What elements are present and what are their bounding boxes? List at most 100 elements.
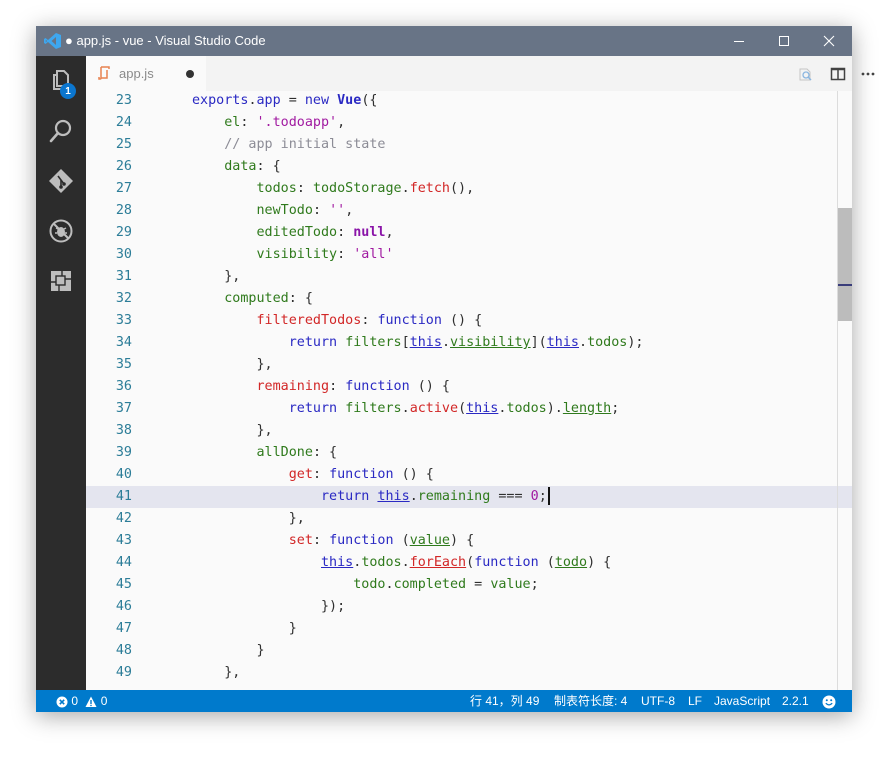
activity-debug[interactable] xyxy=(36,206,86,256)
code-line: 35 }, xyxy=(86,354,852,376)
activity-search[interactable] xyxy=(36,106,86,156)
line-number: 42 xyxy=(115,511,132,526)
line-number: 28 xyxy=(115,203,132,218)
minimize-icon xyxy=(734,41,744,42)
activity-explorer[interactable]: 1 xyxy=(36,56,86,106)
warning-count: 0 xyxy=(100,694,108,708)
code-line: 48 } xyxy=(86,640,852,662)
line-number: 30 xyxy=(115,247,132,262)
error-count: 0 xyxy=(71,694,79,708)
line-number: 46 xyxy=(115,599,132,614)
code-line: 24 el: '.todoapp', xyxy=(86,112,852,134)
search-icon xyxy=(49,119,72,143)
tab-label: app.js xyxy=(119,66,154,81)
line-number: 44 xyxy=(115,555,132,570)
code-line: 25 // app initial state xyxy=(86,134,852,156)
code-line: 28 newTodo: '', xyxy=(86,200,852,222)
code-line: 37 return filters.active(this.todos).len… xyxy=(86,398,852,420)
line-number: 35 xyxy=(115,357,132,372)
code-line: 27 todos: todoStorage.fetch(), xyxy=(86,178,852,200)
code-line: 44 this.todos.forEach(function (todo) { xyxy=(86,552,852,574)
code-line: 23 exports.app = new Vue({ xyxy=(86,91,852,112)
activity-git[interactable] xyxy=(36,156,86,206)
code-line: 29 editedTodo: null, xyxy=(86,222,852,244)
line-number: 45 xyxy=(115,577,132,592)
vscode-window: ● app.js - vue - Visual Studio Code 1 ap… xyxy=(36,26,875,712)
code-line: 46 }); xyxy=(86,596,852,618)
code-line: 38 }, xyxy=(86,420,852,442)
status-bar: 0 0 行 41，列 49 制表符长度: 4 UTF-8 LF JavaScri… xyxy=(36,690,852,712)
editor-tab-bar: app.js xyxy=(86,56,875,91)
line-number: 48 xyxy=(115,643,132,658)
line-number: 25 xyxy=(115,137,132,152)
git-icon xyxy=(49,169,73,193)
activity-extensions[interactable] xyxy=(36,256,86,306)
code-line: 26 data: { xyxy=(86,156,852,178)
activity-bar: 1 xyxy=(36,56,86,690)
debug-icon xyxy=(49,219,73,243)
code-line: 34 return filters[this.visibility](this.… xyxy=(86,332,852,354)
explorer-badge: 1 xyxy=(60,83,76,99)
version[interactable]: 2.2.1 xyxy=(782,690,809,712)
current-code-line: 41 return this.remaining === 0; xyxy=(86,486,852,508)
error-icon xyxy=(56,696,68,708)
line-number: 31 xyxy=(115,269,132,284)
language-mode[interactable]: JavaScript xyxy=(714,690,770,712)
code-line: 36 remaining: function () { xyxy=(86,376,852,398)
vertical-scrollbar-track[interactable] xyxy=(837,91,852,690)
split-editor-icon xyxy=(830,67,846,80)
extensions-icon xyxy=(51,271,71,291)
tab-size[interactable]: 制表符长度: 4 xyxy=(554,690,627,712)
encoding[interactable]: UTF-8 xyxy=(641,690,675,712)
minimize-button[interactable] xyxy=(716,26,762,56)
warning-icon xyxy=(85,696,97,707)
open-preview-icon xyxy=(799,68,812,81)
code-editor[interactable]: 23 exports.app = new Vue({ 24 el: '.todoa… xyxy=(86,91,852,690)
title-bar: ● app.js - vue - Visual Studio Code xyxy=(36,26,852,56)
code-line: 31 }, xyxy=(86,266,852,288)
unsaved-indicator-icon[interactable] xyxy=(186,70,194,78)
code-line: 49 }, xyxy=(86,662,852,684)
cursor-position[interactable]: 行 41，列 49 xyxy=(470,690,539,712)
end-of-line[interactable]: LF xyxy=(688,690,702,712)
code-line: 39 allDone: { xyxy=(86,442,852,464)
line-number: 38 xyxy=(115,423,132,438)
line-number: 32 xyxy=(115,291,132,306)
line-number: 40 xyxy=(115,467,132,482)
problems-indicator[interactable]: 0 0 xyxy=(56,690,107,712)
vertical-scrollbar-thumb[interactable] xyxy=(838,208,852,321)
line-number: 49 xyxy=(115,665,132,680)
code-line: 33 filteredTodos: function () { xyxy=(86,310,852,332)
code-line: 30 visibility: 'all' xyxy=(86,244,852,266)
line-number: 43 xyxy=(115,533,132,548)
line-number: 33 xyxy=(115,313,132,328)
line-number: 34 xyxy=(115,335,132,350)
line-number: 39 xyxy=(115,445,132,460)
line-number: 47 xyxy=(115,621,132,636)
line-number: 41 xyxy=(115,489,132,504)
code-line: 47 } xyxy=(86,618,852,640)
line-number: 23 xyxy=(115,93,132,108)
window-title: ● app.js - vue - Visual Studio Code xyxy=(65,33,266,48)
more-actions-button[interactable] xyxy=(853,56,883,91)
maximize-icon xyxy=(779,36,789,46)
line-number: 26 xyxy=(115,159,132,174)
feedback-button[interactable] xyxy=(822,694,836,709)
line-number: 29 xyxy=(115,225,132,240)
close-icon xyxy=(823,35,835,47)
code-line: 32 computed: { xyxy=(86,288,852,310)
close-button[interactable] xyxy=(806,26,852,56)
line-number: 36 xyxy=(115,379,132,394)
javascript-file-icon xyxy=(98,66,110,80)
code-line: 42 }, xyxy=(86,508,852,530)
open-preview-button[interactable] xyxy=(791,56,821,91)
code-line: 40 get: function () { xyxy=(86,464,852,486)
line-number: 37 xyxy=(115,401,132,416)
cursor-position-marker xyxy=(838,284,852,286)
split-editor-button[interactable] xyxy=(823,56,853,91)
more-icon xyxy=(861,72,875,75)
code-line: 45 todo.completed = value; xyxy=(86,574,852,596)
maximize-button[interactable] xyxy=(761,26,807,56)
line-number: 27 xyxy=(115,181,132,196)
tab-app-js[interactable]: app.js xyxy=(86,56,206,91)
